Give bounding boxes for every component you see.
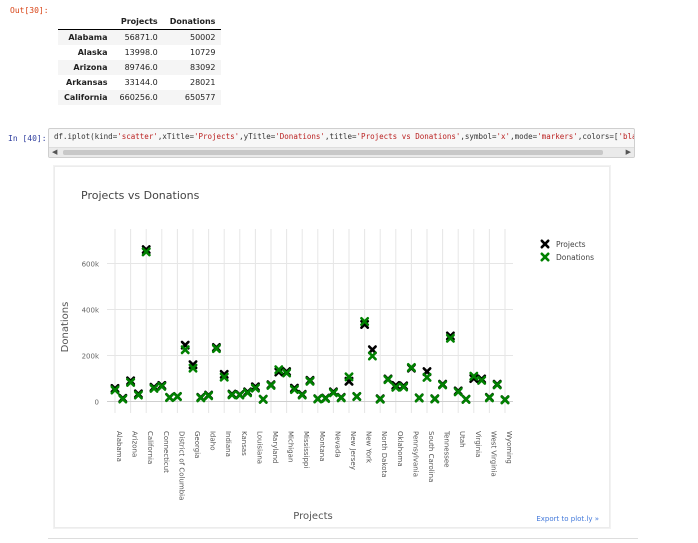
index-header	[58, 14, 114, 30]
y-tick-label: 200k	[82, 353, 100, 361]
code-string: 'Projects'	[193, 132, 240, 141]
row-index: Arizona	[73, 63, 108, 72]
code-string: 'black'	[618, 132, 634, 141]
donations-point	[414, 393, 424, 403]
code-token: ,colors=[	[577, 132, 619, 141]
cell-donations: 10729	[189, 48, 216, 57]
x-tick-label: Tennessee	[443, 430, 451, 467]
code-token: ,mode=	[510, 132, 538, 141]
x-tick-label: Utah	[458, 431, 466, 448]
cell-donations: 650577	[184, 93, 216, 102]
plot-container[interactable]: Projects vs Donations 0 200k 400k 600k Alab…	[54, 166, 610, 528]
donations-point	[180, 345, 190, 355]
code-string: 'x'	[496, 132, 511, 141]
table-row: Arkansas 33144.0 28021	[58, 75, 221, 90]
x-tick-label: Mississippi	[302, 431, 310, 468]
cell-donations: 83092	[189, 63, 216, 72]
code-token: ,yTitle=	[239, 132, 276, 141]
legend-label-donations: Donations	[556, 253, 594, 262]
x-tick-label: North Dakota	[380, 431, 388, 478]
cell-projects: 33144.0	[124, 78, 158, 87]
x-tick-label: Montana	[318, 431, 326, 462]
horizontal-scrollbar[interactable]: ◀ ▶	[49, 147, 634, 157]
code-token: ,xTitle=	[157, 132, 194, 141]
y-tick-label: 0	[95, 399, 99, 407]
x-tick-label: California	[146, 431, 154, 464]
x-tick-label: Arizona	[131, 431, 139, 457]
x-tick-label: District of Columbia	[177, 431, 185, 500]
x-axis-label: Projects	[293, 511, 332, 522]
donations-point	[165, 393, 175, 403]
column-header-projects: Projects	[113, 14, 164, 30]
y-axis-label: Donations	[60, 302, 71, 353]
code-cell[interactable]: df.iplot(kind='scatter',xTitle='Projects…	[48, 128, 635, 158]
cell-projects: 13998.0	[124, 48, 158, 57]
x-tick-label: Georgia	[193, 431, 201, 458]
export-to-plotly-link[interactable]: Export to plot.ly »	[536, 515, 599, 523]
row-index: Alabama	[68, 33, 108, 42]
x-tick-label: Oklahoma	[396, 431, 404, 467]
code-text[interactable]: df.iplot(kind='scatter',xTitle='Projects…	[54, 132, 634, 141]
cell-projects: 660256.0	[119, 93, 158, 102]
row-index: California	[64, 93, 108, 102]
cell-donations: 28021	[189, 78, 216, 87]
legend-marker-donations	[540, 252, 550, 262]
scroll-right-icon[interactable]: ▶	[626, 148, 631, 157]
chart-title: Projects vs Donations	[81, 189, 200, 202]
cell-donations: 50002	[189, 33, 216, 42]
legend-label-projects: Projects	[556, 240, 586, 249]
code-string: 'Projects vs Donations'	[356, 132, 461, 141]
x-tick-label: Alabama	[115, 431, 123, 462]
code-token: ,symbol=	[460, 132, 497, 141]
row-index: Alaska	[77, 48, 108, 57]
dataframe-table: Projects Donations Alabama 56871.0 50002…	[58, 14, 222, 105]
legend-marker-projects	[540, 239, 550, 249]
code-string: 'scatter'	[117, 132, 158, 141]
cell-divider	[48, 538, 638, 539]
x-tick-label: Nevada	[333, 431, 341, 458]
scatter-chart[interactable]: Projects vs Donations 0 200k 400k 600k Alab…	[55, 167, 609, 527]
code-string: 'markers'	[537, 132, 578, 141]
code-token: ,title=	[324, 132, 357, 141]
x-tick-label: Maryland	[271, 431, 279, 463]
scroll-left-icon[interactable]: ◀	[52, 148, 57, 157]
x-tick-label: Kansas	[240, 431, 248, 456]
x-tick-label: Wyoming	[505, 431, 513, 464]
code-string: 'Donations'	[275, 132, 325, 141]
x-tick-label: West Virginia	[489, 431, 497, 477]
x-tick-label: New York	[365, 431, 373, 464]
x-tick-label: Michigan	[287, 431, 295, 462]
x-tick-label: Connecticut	[162, 431, 170, 473]
output-prompt: Out[30]:	[10, 6, 49, 15]
y-tick-label: 600k	[82, 261, 100, 269]
x-tick-label: Virginia	[474, 431, 482, 457]
cell-projects: 56871.0	[124, 33, 158, 42]
table-header-row: Projects Donations	[58, 14, 222, 30]
x-tick-label: Indiana	[224, 431, 232, 457]
table-row: Alabama 56871.0 50002	[58, 29, 222, 45]
scrollbar-thumb[interactable]	[63, 150, 603, 155]
row-index: Arkansas	[66, 78, 108, 87]
cell-projects: 89746.0	[124, 63, 158, 72]
donations-point	[352, 392, 362, 402]
table-row: California 660256.0 650577	[58, 90, 222, 105]
table-row: Arizona 89746.0 83092	[58, 60, 222, 75]
x-tick-label: New Jersey	[349, 431, 357, 470]
x-tick-label: South Carolina	[427, 431, 435, 482]
x-tick-label: Louisiana	[255, 431, 263, 464]
x-tick-label: Pennsylvania	[411, 431, 419, 477]
column-header-donations: Donations	[163, 14, 222, 30]
x-tick-label: Idaho	[209, 431, 217, 451]
code-token: df.iplot(kind=	[54, 132, 118, 141]
table-row: Alaska 13998.0 10729	[58, 45, 221, 60]
input-prompt: In [40]:	[8, 134, 47, 143]
y-tick-label: 400k	[82, 307, 100, 315]
